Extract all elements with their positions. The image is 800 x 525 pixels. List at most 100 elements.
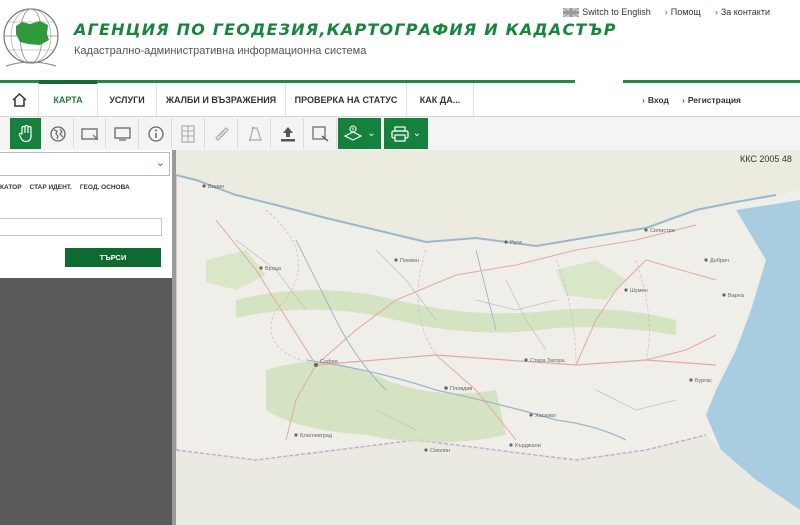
upload-tool-button[interactable] [272,118,304,149]
chevron-right-icon: › [664,7,668,17]
zoom-box-icon [311,125,328,142]
search-tabs: КАТОР СТАР ИДЕНТ. ГЕОД. ОСНОВА [0,184,130,198]
map-label-blagoevgrad: Благоевград [300,433,333,439]
map-region-north [176,150,800,246]
city-marker [259,266,263,270]
nav-item-services[interactable]: УСЛУГИ [98,83,157,116]
city-marker [524,358,528,362]
map-label-plovdiv: Пловдив [450,386,472,392]
city-marker [529,413,533,417]
register-label: Регистрация [687,94,742,105]
map-label-kardzhali: Кърджали [515,443,541,449]
city-marker [689,378,693,382]
search-input[interactable] [0,218,162,236]
map-label-shumen: Шумен [630,288,648,294]
forest-patch [556,260,626,300]
search-panel: ⌄ КАТОР СТАР ИДЕНТ. ГЕОД. ОСНОВА ТЪРСИ [0,150,172,525]
monitor-tool-button[interactable] [107,118,139,149]
upload-icon [280,126,295,141]
map-view[interactable]: Видин Враца Плевен Русе Силистра Добрич … [176,150,800,525]
rectangle-select-icon [80,127,98,140]
map-canvas[interactable]: Видин Враца Плевен Русе Силистра Добрич … [176,150,800,525]
agency-title: АГЕНЦИЯ ПО ГЕОДЕЗИЯ,КАРТОГРАФИЯ И КАДАСТ… [74,20,617,39]
map-label-haskovo: Хасково [535,413,556,419]
tab-geodetic-base[interactable]: ГЕОД. ОСНОВА [80,184,130,198]
help-label: Помощ [670,7,701,17]
print-dropdown[interactable]: ⌄ [384,118,428,149]
map-label-vidin: Видин [208,184,224,190]
nav-item-complaints[interactable]: ЖАЛБИ И ВЪЗРАЖЕНИЯ [157,83,286,116]
map-label-burgas: Бургас [695,378,712,384]
select-rect-tool-button[interactable] [74,118,106,149]
nav-item-how-to[interactable]: КАК ДА... [407,83,474,116]
crs-label: ККС 2005 48 [740,154,792,164]
english-flag-icon [563,7,580,17]
map-label-stara-zagora: Стара Загора [530,358,566,364]
city-marker [424,448,428,452]
register-link[interactable]: › Регистрация [682,83,741,116]
chevron-right-icon: › [714,7,718,17]
info-tool-button[interactable] [140,118,172,149]
home-button[interactable] [0,83,39,116]
zoom-box-tool-button[interactable] [305,118,337,149]
globe-tool-button[interactable] [42,118,74,149]
switch-english-link[interactable]: Switch to English [563,7,651,17]
map-label-smolyan: Смолян [430,448,450,454]
grid-measure-tool-button[interactable] [173,118,205,149]
city-marker [394,258,398,262]
city-marker [294,433,298,437]
map-label-vratsa: Враца [265,266,282,272]
city-marker [644,228,648,232]
home-icon [11,92,27,107]
grid-measure-icon [180,124,195,143]
contacts-label: За контакти [720,7,770,17]
agency-subtitle: Кадастрално-административна информационн… [74,45,367,57]
map-label-varna: Варна [728,293,745,299]
polygon-icon [248,126,262,141]
chevron-down-icon: ⌄ [412,128,422,139]
polygon-tool-button[interactable] [239,118,271,149]
search-panel-form: ⌄ КАТОР СТАР ИДЕНТ. ГЕОД. ОСНОВА ТЪРСИ [0,150,172,278]
contacts-link[interactable]: › За контакти [715,7,770,17]
search-button[interactable]: ТЪРСИ [65,248,161,267]
city-marker [704,258,708,262]
map-label-pleven: Плевен [400,258,419,264]
road [315,224,697,366]
top-links: Switch to English › Помощ › За контакти [563,7,770,17]
chevron-down-icon: ⌄ [367,128,376,139]
nav-item-map[interactable]: КАРТА [39,80,98,116]
rhodope-forest [266,362,506,443]
city-marker [722,293,726,297]
switch-english-label: Switch to English [582,7,651,17]
map-label-dobrich: Добрич [710,258,729,264]
map-toolbar: ⌄ ⌄ [0,117,800,151]
agency-logo-icon [3,8,59,67]
balkan-forest [236,290,676,335]
pan-tool-button[interactable] [10,118,41,149]
city-marker [444,386,448,390]
layers-download-dropdown[interactable]: ⌄ [338,118,381,149]
layers-download-icon [343,124,363,141]
main-nav: КАРТА УСЛУГИ ЖАЛБИ И ВЪЗРАЖЕНИЯ ПРОВЕРКА… [0,80,800,117]
chevron-down-icon: ⌄ [155,157,165,169]
city-marker [509,443,513,447]
ruler-icon [214,126,229,141]
ruler-tool-button[interactable] [206,118,238,149]
map-label-silistra: Силистра [650,228,676,234]
pan-hand-icon [18,124,32,142]
login-link[interactable]: › Вход [642,83,669,116]
help-link[interactable]: › Помощ [665,7,701,17]
city-marker [314,363,318,367]
city-marker [624,288,628,292]
chevron-right-icon: › [642,94,645,105]
tab-identifier[interactable]: КАТОР [0,184,22,198]
map-label-sofia: София [320,359,338,365]
highway [315,354,717,366]
info-icon [147,125,164,142]
chevron-right-icon: › [682,94,685,105]
tab-old-identifier[interactable]: СТАР ИДЕНТ. [30,184,72,198]
nav-item-status-check[interactable]: ПРОВЕРКА НА СТАТУС [286,83,407,116]
city-marker [202,184,206,188]
city-marker [504,240,508,244]
search-type-select[interactable]: ⌄ [0,152,170,176]
